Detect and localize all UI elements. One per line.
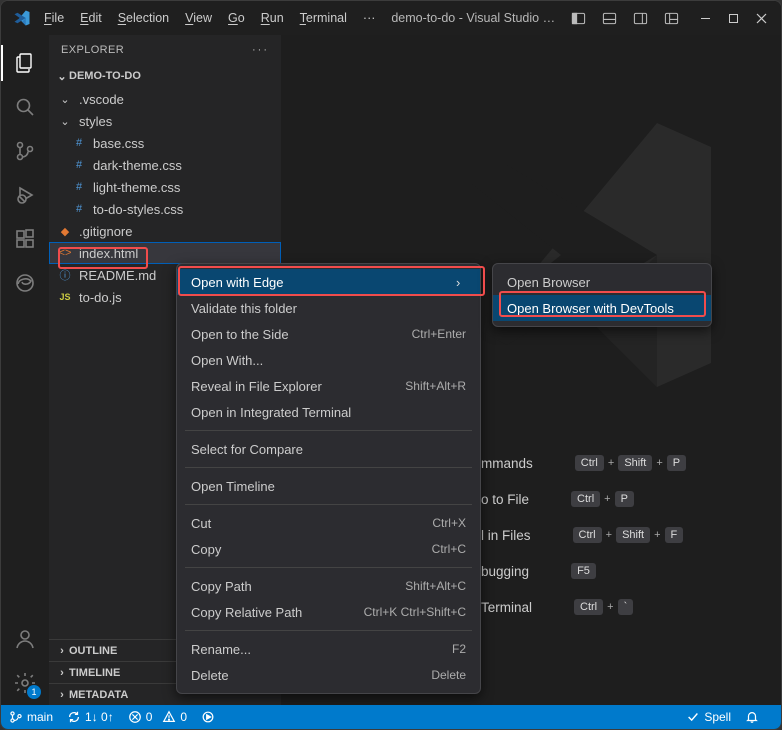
menu-terminal[interactable]: Terminal xyxy=(293,7,354,29)
separator xyxy=(185,467,472,468)
explorer-title: EXPLORER xyxy=(61,44,124,56)
file-base-css[interactable]: #base.css xyxy=(49,132,281,154)
project-header[interactable]: ⌄DEMO-TO-DO xyxy=(49,65,281,87)
status-bell-icon[interactable] xyxy=(745,710,759,724)
ctx-select-compare[interactable]: Select for Compare xyxy=(177,436,480,462)
separator xyxy=(185,630,472,631)
menu-go[interactable]: Go xyxy=(221,7,252,29)
file-gitignore[interactable]: ◆.gitignore xyxy=(49,220,281,242)
welcome-label: bugging xyxy=(481,564,549,579)
ctx-delete[interactable]: DeleteDelete xyxy=(177,662,480,688)
menu-more[interactable]: ··· xyxy=(356,7,383,29)
project-name: DEMO-TO-DO xyxy=(69,70,141,82)
sub-open-browser-devtools[interactable]: Open Browser with DevTools xyxy=(493,295,711,321)
settings-badge: 1 xyxy=(27,685,41,699)
separator xyxy=(185,430,472,431)
ctx-validate-folder[interactable]: Validate this folder xyxy=(177,295,480,321)
welcome-label: mmands xyxy=(481,456,553,471)
panel-left-icon[interactable] xyxy=(564,4,592,32)
status-debug-start[interactable] xyxy=(201,710,215,724)
kbd: P xyxy=(667,455,686,471)
ctx-open-side[interactable]: Open to the SideCtrl+Enter xyxy=(177,321,480,347)
ctx-open-with[interactable]: Open With... xyxy=(177,347,480,373)
layout-controls xyxy=(564,4,685,32)
kbd: P xyxy=(615,491,634,507)
file-dark-theme-css[interactable]: #dark-theme.css xyxy=(49,154,281,176)
kbd: Shift xyxy=(616,527,650,543)
panel-bottom-icon[interactable] xyxy=(595,4,623,32)
welcome-shortcuts: mmandsCtrl+Shift+P o to FileCtrl+P l in … xyxy=(481,445,751,625)
context-menu: Open with Edge› Validate this folder Ope… xyxy=(176,263,481,694)
window-title: demo-to-do - Visual Studio … xyxy=(382,11,564,25)
separator xyxy=(185,567,472,568)
activity-debug[interactable] xyxy=(1,173,49,217)
kbd: Ctrl xyxy=(575,455,604,471)
menu-edit[interactable]: Edit xyxy=(73,7,109,29)
kbd: Ctrl xyxy=(574,599,603,615)
activity-search[interactable] xyxy=(1,85,49,129)
layout-icon[interactable] xyxy=(657,4,685,32)
status-bar: main 1↓ 0↑ 0 0 Spell xyxy=(1,705,781,729)
welcome-label: Terminal xyxy=(481,600,552,615)
title-bar: FFileile Edit Selection View Go Run Term… xyxy=(1,1,781,35)
kbd: Ctrl xyxy=(571,491,600,507)
activity-scm[interactable] xyxy=(1,129,49,173)
ctx-cut[interactable]: CutCtrl+X xyxy=(177,510,480,536)
activity-explorer[interactable] xyxy=(1,41,49,85)
activity-settings[interactable]: 1 xyxy=(1,661,49,705)
chevron-right-icon: › xyxy=(456,275,466,290)
file-light-theme-css[interactable]: #light-theme.css xyxy=(49,176,281,198)
separator xyxy=(185,504,472,505)
menu-file[interactable]: FFileile xyxy=(37,7,71,29)
ctx-copy-rel-path[interactable]: Copy Relative PathCtrl+K Ctrl+Shift+C xyxy=(177,599,480,625)
ctx-reveal-explorer[interactable]: Reveal in File ExplorerShift+Alt+R xyxy=(177,373,480,399)
ctx-open-with-edge[interactable]: Open with Edge› xyxy=(177,269,480,295)
kbd: Ctrl xyxy=(573,527,602,543)
context-submenu: Open Browser Open Browser with DevTools xyxy=(492,263,712,327)
activity-extensions[interactable] xyxy=(1,217,49,261)
vscode-watermark-icon xyxy=(441,105,741,405)
ctx-rename[interactable]: Rename...F2 xyxy=(177,636,480,662)
status-problems[interactable]: 0 0 xyxy=(128,710,187,724)
menu-run[interactable]: Run xyxy=(254,7,291,29)
kbd: F xyxy=(665,527,684,543)
sub-open-browser[interactable]: Open Browser xyxy=(493,269,711,295)
vscode-logo-icon xyxy=(13,9,31,27)
explorer-more-icon[interactable]: ··· xyxy=(252,44,269,56)
kbd: Shift xyxy=(618,455,652,471)
folder-styles[interactable]: ⌄styles xyxy=(49,110,281,132)
panel-right-icon[interactable] xyxy=(626,4,654,32)
ctx-copy[interactable]: CopyCtrl+C xyxy=(177,536,480,562)
file-to-do-styles-css[interactable]: #to-do-styles.css xyxy=(49,198,281,220)
activity-account[interactable] xyxy=(1,617,49,661)
ctx-open-terminal[interactable]: Open in Integrated Terminal xyxy=(177,399,480,425)
status-branch[interactable]: main xyxy=(9,710,53,724)
activity-bar: 1 xyxy=(1,35,49,705)
status-spell[interactable]: Spell xyxy=(686,710,731,724)
menu-view[interactable]: View xyxy=(178,7,219,29)
file-index-html[interactable]: <>index.html xyxy=(49,242,281,264)
ctx-open-timeline[interactable]: Open Timeline xyxy=(177,473,480,499)
folder-vscode[interactable]: ⌄.vscode xyxy=(49,88,281,110)
kbd: ` xyxy=(618,599,634,615)
kbd: F5 xyxy=(571,563,596,579)
activity-edge[interactable] xyxy=(1,261,49,305)
menu-selection[interactable]: Selection xyxy=(111,7,176,29)
close-button[interactable] xyxy=(747,4,775,32)
menu-bar: FFileile Edit Selection View Go Run Term… xyxy=(37,7,382,29)
status-sync[interactable]: 1↓ 0↑ xyxy=(67,710,114,724)
welcome-label: o to File xyxy=(481,492,549,507)
maximize-button[interactable] xyxy=(719,4,747,32)
minimize-button[interactable] xyxy=(691,4,719,32)
ctx-copy-path[interactable]: Copy PathShift+Alt+C xyxy=(177,573,480,599)
welcome-label: l in Files xyxy=(481,528,551,543)
